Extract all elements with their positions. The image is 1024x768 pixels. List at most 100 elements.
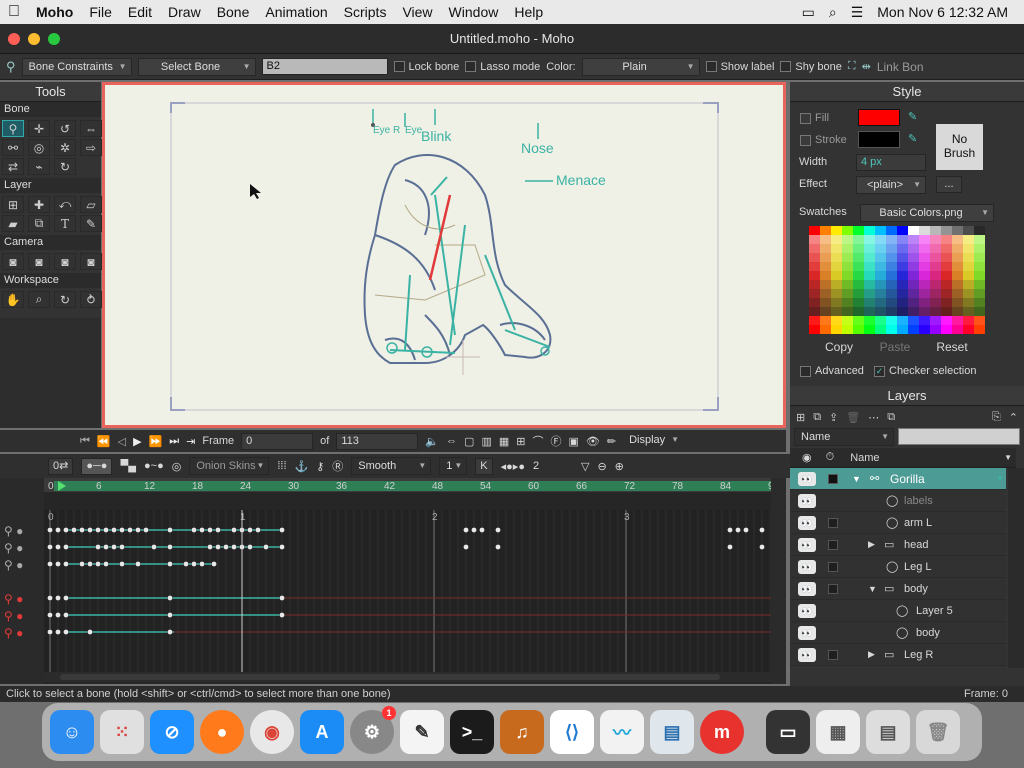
swatch-cell[interactable]: [875, 235, 886, 244]
keyframe-dot[interactable]: [463, 544, 469, 550]
onion-skin-icon[interactable]: ◎: [172, 460, 182, 473]
swatch-cell[interactable]: [897, 325, 908, 334]
translate-layer-tool-icon[interactable]: ✚: [28, 196, 50, 213]
bone-strength-tool-icon[interactable]: ⇔: [80, 120, 102, 137]
menu-edit[interactable]: Edit: [120, 4, 160, 20]
keyframe-dot[interactable]: [111, 544, 117, 550]
stroke-color-swatch[interactable]: [858, 131, 900, 148]
visibility-eye-icon[interactable]: 👀: [798, 471, 816, 486]
swatch-cell[interactable]: [930, 235, 941, 244]
swatch-cell[interactable]: [820, 235, 831, 244]
swatch-cell[interactable]: [875, 262, 886, 271]
swatch-cell[interactable]: [908, 307, 919, 316]
swatch-cell[interactable]: [809, 280, 820, 289]
keyframe-dot[interactable]: [263, 544, 269, 550]
marker-icon[interactable]: ▽: [581, 460, 589, 473]
keyframe-dot[interactable]: [211, 561, 217, 567]
channel-red-2-icon[interactable]: ⚲ ●: [4, 609, 23, 623]
layer-row-body-group[interactable]: 👀 ▼ ▭ body: [790, 578, 1006, 600]
step-forward-button[interactable]: ⏩: [149, 435, 163, 448]
keyframe-dot[interactable]: [279, 612, 285, 618]
fx-icon[interactable]: Ⓕ: [550, 433, 561, 449]
keyframe-dot[interactable]: [183, 561, 189, 567]
swatch-cell[interactable]: [842, 316, 853, 325]
brush-icon[interactable]: ✏: [607, 435, 616, 448]
swatch-cell[interactable]: [820, 226, 831, 235]
channel-rotate-icon[interactable]: ⚲ ●: [4, 558, 23, 572]
scale-bone-tool-icon[interactable]: ⌁: [28, 158, 50, 175]
layer-row-leg-l[interactable]: 👀 ◯ Leg L: [790, 556, 1006, 578]
add-bone-tool-icon[interactable]: ✛: [28, 120, 50, 137]
swatch-cell[interactable]: [820, 244, 831, 253]
timeline-settings-icon[interactable]: 0⇄: [48, 457, 74, 475]
swatch-cell[interactable]: [842, 280, 853, 289]
swatch-cell[interactable]: [820, 262, 831, 271]
textedit-icon[interactable]: ✎: [400, 710, 444, 754]
keyframe-dot[interactable]: [135, 561, 141, 567]
swatch-cell[interactable]: [820, 289, 831, 298]
recent-window-3-icon[interactable]: ▤: [866, 710, 910, 754]
loop-button[interactable]: ⇥: [186, 435, 195, 448]
keyframe-dot[interactable]: [463, 527, 469, 533]
swatch-cell[interactable]: [930, 316, 941, 325]
timeline-scrollbar[interactable]: [771, 478, 786, 684]
keyframe-dot[interactable]: [55, 561, 61, 567]
menubar-clock[interactable]: Mon Nov 6 12:32 AM: [877, 4, 1008, 20]
keyframe-dot[interactable]: [727, 527, 733, 533]
keyframe-dot[interactable]: [191, 527, 197, 533]
swatch-cell[interactable]: [875, 244, 886, 253]
select-bone-dropdown[interactable]: Select Bone: [137, 57, 256, 76]
swatch-cell[interactable]: [963, 307, 974, 316]
moho-app-icon[interactable]: m: [700, 710, 744, 754]
swatch-cell[interactable]: [941, 244, 952, 253]
keyframe-dot[interactable]: [199, 527, 205, 533]
swatch-cell[interactable]: [930, 244, 941, 253]
app-store-icon[interactable]: A: [300, 710, 344, 754]
swatch-cell[interactable]: [952, 298, 963, 307]
swatch-cell[interactable]: [908, 325, 919, 334]
keyframe-dot[interactable]: [247, 544, 253, 550]
interpolation-dropdown[interactable]: Smooth: [351, 457, 432, 475]
swatch-cell[interactable]: [831, 226, 842, 235]
stroke-eyedropper-icon[interactable]: ✎: [908, 132, 917, 145]
link-bone-button[interactable]: Link Bon: [877, 60, 924, 74]
swatch-cell[interactable]: [897, 253, 908, 262]
swatch-cell[interactable]: [941, 253, 952, 262]
menu-bone[interactable]: Bone: [209, 4, 258, 20]
layer-options-chevron-icon[interactable]: ▼: [996, 474, 1004, 483]
swatch-cell[interactable]: [831, 289, 842, 298]
shy-bone-checkbox[interactable]: Shy bone: [780, 61, 842, 73]
visibility-eye-icon[interactable]: 👀: [798, 537, 816, 552]
keyframe-dot[interactable]: [55, 544, 61, 550]
swatch-cell[interactable]: [930, 298, 941, 307]
keyframe-dot[interactable]: [247, 527, 253, 533]
keyframe-dot[interactable]: [279, 527, 285, 533]
chevron-right-icon[interactable]: ▶: [868, 539, 875, 550]
keyframe-dot[interactable]: [479, 527, 485, 533]
interval-dropdown[interactable]: 1: [439, 457, 468, 475]
swatch-cell[interactable]: [842, 262, 853, 271]
show-label-checkbox[interactable]: Show label: [705, 61, 774, 73]
layer-filter-dropdown[interactable]: Name contains...: [794, 428, 894, 459]
keyframe-dot[interactable]: [79, 561, 85, 567]
swatch-cell[interactable]: [919, 253, 930, 262]
chevron-up-icon[interactable]: ⌃: [1009, 411, 1024, 424]
swatch-cell[interactable]: [941, 316, 952, 325]
safari-icon[interactable]: ⊘: [150, 710, 194, 754]
keyframe-dot[interactable]: [71, 527, 77, 533]
swatch-cell[interactable]: [941, 325, 952, 334]
view-split-icon[interactable]: ▥: [481, 435, 491, 448]
curves-icon[interactable]: ⌒: [532, 433, 543, 449]
play-button[interactable]: ▶: [133, 435, 141, 448]
swatch-cell[interactable]: [820, 253, 831, 262]
keyframe-dot[interactable]: [167, 595, 173, 601]
swatch-cell[interactable]: [974, 253, 985, 262]
swatch-cell[interactable]: [886, 325, 897, 334]
keyframe-dot[interactable]: [63, 544, 69, 550]
swatch-cell[interactable]: [864, 262, 875, 271]
keyframe-dot[interactable]: [47, 527, 53, 533]
keyframe-dot[interactable]: [759, 544, 765, 550]
control-center-icon[interactable]: ☰: [851, 4, 864, 21]
swatch-cell[interactable]: [974, 244, 985, 253]
curve-toggle-icon[interactable]: ●~●: [144, 460, 164, 472]
